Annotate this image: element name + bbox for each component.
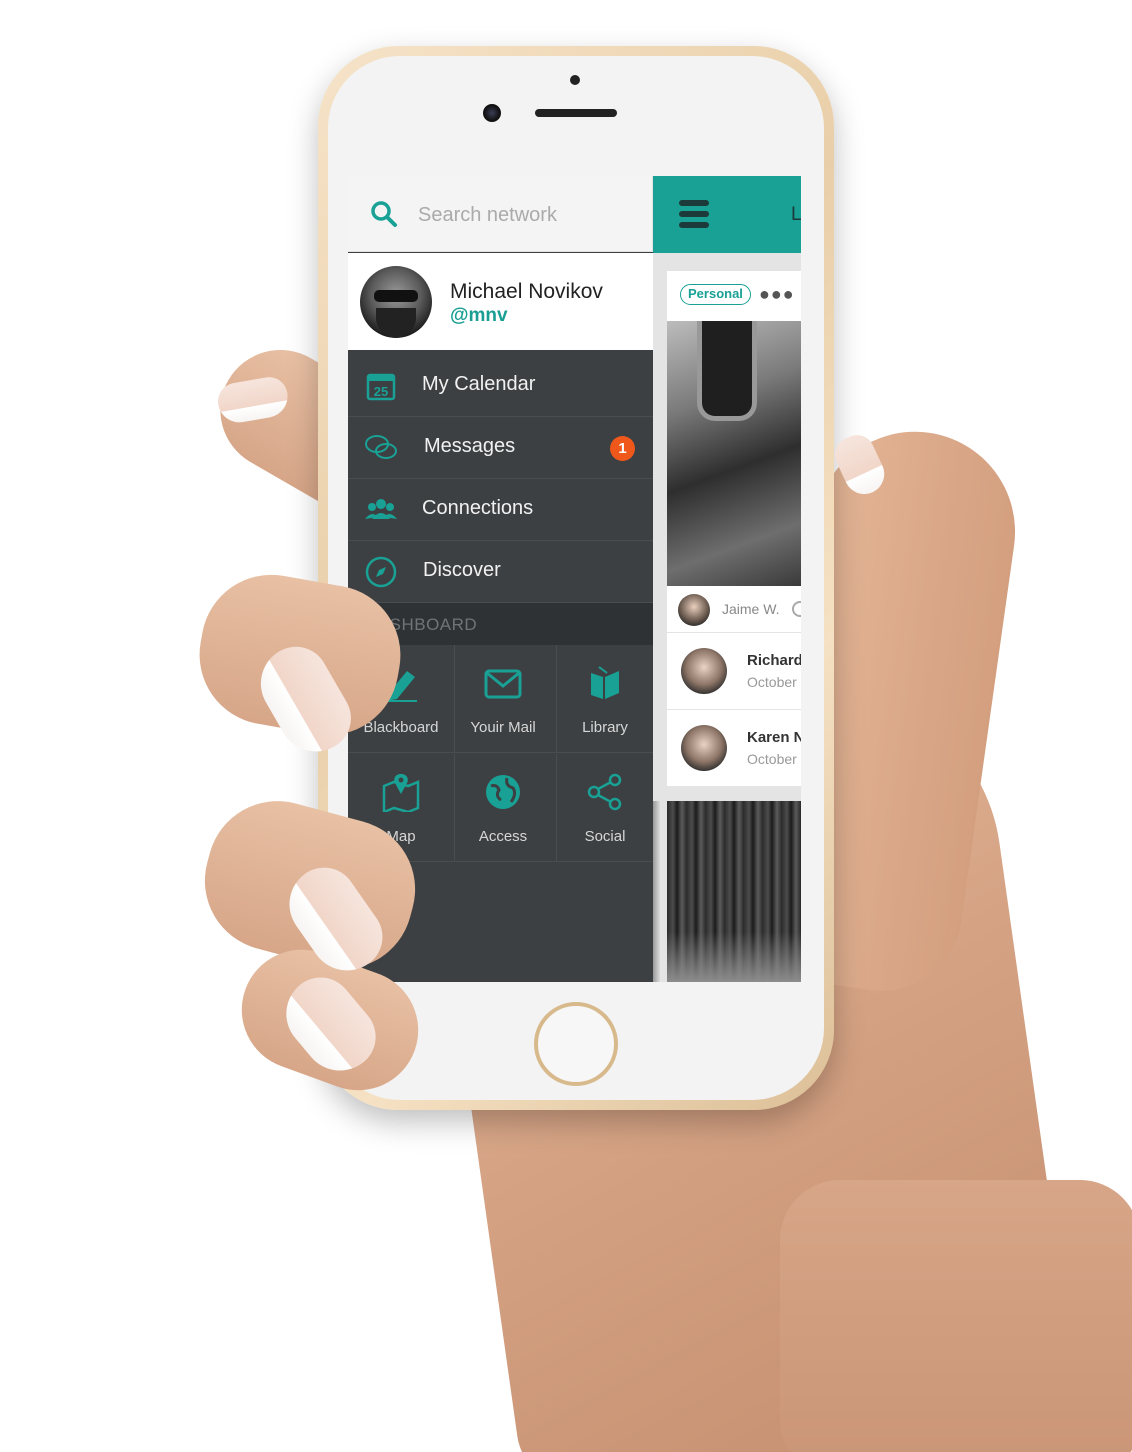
tile-access[interactable]: Access	[450, 754, 557, 862]
avatar	[678, 594, 710, 626]
avatar	[681, 648, 727, 694]
mail-icon	[484, 669, 522, 699]
menu-label: Discover	[423, 559, 501, 581]
profile-header[interactable]: Michael Novikov @mnv	[348, 253, 653, 350]
feed-panel: Personal ●●● Jaime W. Richard October Ka…	[653, 253, 801, 982]
app-screen: L Personal ●●● Jaime W. Richard October …	[348, 176, 801, 982]
hamburger-icon[interactable]	[679, 200, 709, 228]
share-icon	[587, 773, 622, 811]
card-edge	[653, 801, 660, 982]
menu-label: Messages	[424, 435, 516, 457]
post-author[interactable]: Jaime W.	[667, 587, 801, 633]
forest-photo[interactable]	[667, 801, 801, 982]
search-icon[interactable]	[370, 200, 398, 228]
person-name: Karen N	[747, 729, 801, 746]
home-button[interactable]	[534, 1002, 618, 1086]
profile-handle: @mnv	[450, 305, 508, 326]
tile-library[interactable]: Library	[557, 645, 653, 753]
compass-icon	[365, 556, 397, 588]
menu-label: My Calendar	[422, 373, 536, 395]
tile-label: Social	[584, 828, 626, 845]
chat-bubbles-icon	[365, 435, 397, 459]
people-icon	[365, 499, 397, 519]
list-item[interactable]: Richard October	[667, 634, 801, 710]
unread-badge: 1	[610, 436, 635, 461]
avatar	[681, 725, 727, 771]
post-photo	[667, 321, 801, 586]
menu-item-discover[interactable]: Discover	[348, 541, 653, 603]
hand-wrist	[780, 1180, 1132, 1452]
svg-text:25: 25	[374, 384, 388, 399]
front-camera	[483, 104, 501, 122]
search-bar	[348, 176, 653, 252]
more-dots-icon[interactable]: ●●●	[759, 284, 795, 305]
personal-tag[interactable]: Personal	[680, 284, 751, 305]
menu-item-my-calendar[interactable]: 25 My Calendar	[348, 355, 653, 417]
menu-item-connections[interactable]: Connections	[348, 479, 653, 541]
calendar-icon: 25	[366, 373, 396, 401]
menu-item-messages[interactable]: Messages 1	[348, 417, 653, 479]
tile-label: Youir Mail	[470, 719, 536, 736]
tile-label: Library	[582, 719, 628, 736]
tile-label: Access	[478, 828, 528, 845]
map-pin-icon	[382, 774, 420, 812]
menu-label: Connections	[422, 497, 534, 519]
books-icon	[591, 666, 619, 699]
tile-your-mail[interactable]: Youir Mail	[450, 645, 557, 753]
top-bar-title: L	[791, 204, 801, 225]
person-name: Richard	[747, 652, 801, 669]
person-date: October	[747, 674, 797, 690]
search-input[interactable]	[418, 198, 638, 232]
list-item[interactable]: Karen N October 2	[667, 711, 801, 787]
top-bar: L	[653, 176, 801, 253]
earpiece-speaker	[535, 109, 617, 117]
globe-icon	[486, 775, 520, 809]
person-date: October 2	[747, 751, 801, 767]
avatar	[360, 266, 432, 338]
author-name: Jaime W.	[722, 601, 780, 617]
profile-name: Michael Novikov	[450, 280, 603, 303]
tile-social[interactable]: Social	[557, 754, 653, 862]
proximity-sensor	[570, 75, 580, 85]
clock-icon	[792, 601, 801, 617]
post-card[interactable]: Personal ●●● Jaime W. Richard October Ka…	[667, 271, 801, 787]
